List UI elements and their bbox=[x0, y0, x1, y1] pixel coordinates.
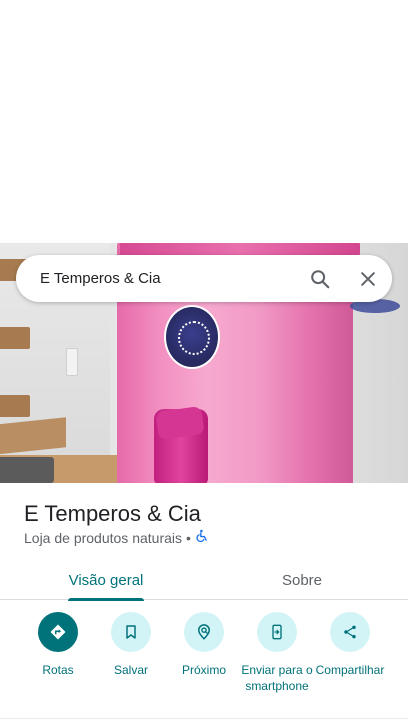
photo-emblem bbox=[164, 305, 220, 369]
tab-selected-indicator bbox=[68, 598, 144, 601]
place-category: Loja de produtos naturais bbox=[24, 529, 182, 546]
send-to-phone-button[interactable]: Enviar para o smartphone bbox=[237, 612, 317, 694]
photo-shelf bbox=[0, 395, 30, 417]
directions-label: Rotas bbox=[42, 663, 74, 677]
directions-icon[interactable] bbox=[38, 612, 78, 652]
search-icon[interactable] bbox=[296, 255, 344, 302]
tab-bar: Visão geral Sobre bbox=[0, 560, 408, 601]
bottom-divider bbox=[0, 718, 408, 719]
photo-device bbox=[0, 457, 54, 483]
send-to-phone-label: Enviar para o smartphone bbox=[241, 663, 313, 693]
search-bar[interactable]: E Temperos & Cia bbox=[16, 255, 392, 302]
tab-overview-label: Visão geral bbox=[68, 571, 144, 589]
save-label: Salvar bbox=[113, 663, 148, 677]
map-blank-area bbox=[0, 0, 408, 243]
photo-shelf bbox=[0, 327, 30, 349]
place-subtitle: Loja de produtos naturais • bbox=[24, 529, 209, 546]
directions-button[interactable]: Rotas bbox=[18, 612, 98, 678]
save-button[interactable]: Salvar bbox=[91, 612, 171, 678]
bookmark-icon[interactable] bbox=[111, 612, 151, 652]
wheelchair-icon bbox=[195, 529, 209, 546]
share-label: Compartilhar bbox=[315, 663, 385, 677]
action-bar: Rotas Salvar Próximo Enviar para o smart… bbox=[0, 612, 408, 712]
nearby-label: Próximo bbox=[181, 663, 226, 677]
place-title: E Temperos & Cia bbox=[24, 501, 201, 526]
nearby-icon[interactable] bbox=[184, 612, 224, 652]
close-icon[interactable] bbox=[344, 255, 392, 302]
search-query[interactable]: E Temperos & Cia bbox=[40, 270, 296, 287]
tab-about[interactable]: Sobre bbox=[252, 560, 352, 600]
share-button[interactable]: Compartilhar bbox=[310, 612, 390, 678]
photo-outlet bbox=[66, 348, 78, 376]
separator-dot: • bbox=[186, 529, 191, 546]
share-icon[interactable] bbox=[330, 612, 370, 652]
send-to-phone-icon[interactable] bbox=[257, 612, 297, 652]
tab-overview[interactable]: Visão geral bbox=[60, 560, 152, 601]
tab-about-label: Sobre bbox=[281, 571, 323, 589]
nearby-button[interactable]: Próximo bbox=[164, 612, 244, 678]
